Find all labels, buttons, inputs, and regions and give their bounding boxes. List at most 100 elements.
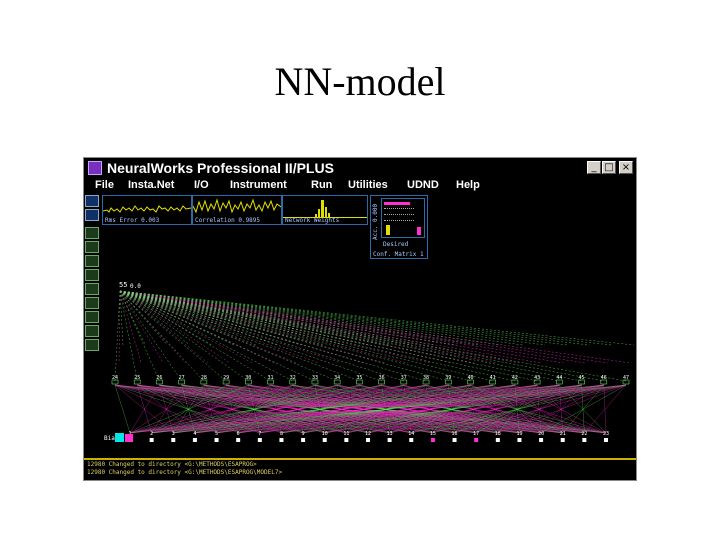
- tool-icon-6[interactable]: [85, 297, 99, 309]
- bias-node[interactable]: [115, 433, 124, 442]
- hidden-node-label: 35: [356, 375, 362, 381]
- rms-error-panel[interactable]: Rms Error 0.003: [102, 195, 192, 225]
- input-node[interactable]: [214, 438, 219, 442]
- connection-output-hidden: [119, 290, 475, 364]
- input-node[interactable]: [344, 438, 349, 442]
- input-node[interactable]: [149, 438, 154, 442]
- slide-title: NN-model: [274, 59, 446, 104]
- network-weights-panel[interactable]: Network Weights: [282, 195, 368, 225]
- input-node[interactable]: [430, 438, 435, 442]
- connection-output-hidden: [119, 290, 164, 364]
- menu-udnd[interactable]: UDND: [407, 179, 439, 191]
- input-node[interactable]: [560, 438, 565, 442]
- hidden-node-label: 27: [179, 375, 185, 381]
- matrix-grid: [381, 198, 425, 238]
- tool-icon-4[interactable]: [85, 269, 99, 281]
- input-node[interactable]: [301, 438, 306, 442]
- connection-output-hidden: [119, 290, 515, 382]
- input-node[interactable]: [387, 438, 392, 442]
- input-node[interactable]: [604, 438, 608, 442]
- input-node[interactable]: [257, 438, 262, 442]
- input-node[interactable]: [171, 438, 176, 442]
- input-node[interactable]: [517, 438, 522, 442]
- minimize-button[interactable]: _: [587, 161, 601, 174]
- status-bar: 12980 Changed to directory <G:\METHODS\E…: [84, 458, 636, 480]
- input-node-label: 5: [215, 431, 218, 437]
- status-line-2: 12980 Changed to directory <G:\METHODS\E…: [87, 469, 283, 476]
- tool-icon-3[interactable]: [85, 255, 99, 267]
- connection-output-hidden: [119, 290, 182, 382]
- menu-run[interactable]: Run: [311, 179, 332, 191]
- rms-error-trace: [103, 205, 191, 213]
- network-connections: [114, 290, 635, 434]
- input-node[interactable]: [452, 438, 457, 442]
- input-node[interactable]: [582, 438, 587, 442]
- network-diagram[interactable]: 24 25 26 27 28 29 30 31 32 33 34 35 36 37 38 39 40 41 42 43…: [100, 273, 636, 455]
- connection-output-hidden: [119, 290, 408, 364]
- hidden-node-label: 47: [623, 375, 629, 381]
- input-node[interactable]: [279, 438, 284, 442]
- menu-instanet[interactable]: Insta.Net: [128, 179, 174, 191]
- input-node-label: 17: [473, 431, 479, 437]
- conf-matrix-panel[interactable]: Acc. 0.000 Desired Conf. Matrix 1: [370, 195, 428, 259]
- input-node[interactable]: [539, 438, 544, 442]
- menu-help[interactable]: Help: [456, 179, 480, 191]
- input-node-label: 7: [258, 431, 261, 437]
- input-node[interactable]: [366, 438, 370, 442]
- input-node-highlight[interactable]: [125, 434, 133, 442]
- input-node[interactable]: [322, 438, 327, 442]
- desired-label: Desired: [383, 241, 409, 248]
- hidden-node-label: 24: [112, 375, 118, 381]
- input-node-label: 15: [430, 431, 436, 437]
- connection-output-hidden: [119, 290, 338, 382]
- connection-output-hidden: [119, 290, 449, 382]
- hidden-node-label: 25: [134, 375, 140, 381]
- hidden-node-label: 26: [156, 375, 162, 381]
- input-node[interactable]: [236, 438, 241, 442]
- connection-output-hidden: [119, 290, 427, 382]
- hidden-node-label: 46: [601, 375, 607, 381]
- title-bar[interactable]: NeuralWorks Professional II/PLUS _ □ ×: [84, 158, 636, 179]
- tool-icon-8[interactable]: [85, 325, 99, 337]
- input-node[interactable]: [474, 438, 479, 442]
- app-icon[interactable]: [88, 161, 102, 175]
- hidden-node-label: 30: [245, 375, 251, 381]
- connection-output-hidden: [119, 290, 523, 346]
- connection-output-hidden: [119, 290, 190, 346]
- input-node[interactable]: [409, 438, 414, 442]
- input-node-label: 21: [560, 431, 566, 437]
- input-node-label: 22: [581, 431, 587, 437]
- maximize-button[interactable]: □: [602, 161, 616, 174]
- correlation-panel[interactable]: Correlation 0.9895: [192, 195, 282, 225]
- rms-error-label: Rms Error 0.003: [105, 217, 160, 224]
- input-node-label: 14: [408, 431, 414, 437]
- hidden-node-label: 34: [334, 375, 340, 381]
- hidden-node-label: 42: [512, 375, 518, 381]
- input-node-label: 9: [302, 431, 305, 437]
- close-button[interactable]: ×: [619, 161, 633, 174]
- output-node-label: 55: [119, 281, 127, 289]
- tool-icon-7[interactable]: [85, 311, 99, 323]
- input-node[interactable]: [192, 438, 197, 442]
- input-node-label: 23: [603, 431, 609, 437]
- connection-output-hidden: [119, 290, 431, 364]
- menu-utilities[interactable]: Utilities: [348, 179, 388, 191]
- connection-output-hidden: [119, 290, 608, 364]
- select-tool-icon[interactable]: [85, 209, 99, 221]
- hidden-node-label: 44: [556, 375, 562, 381]
- tool-icon-2[interactable]: [85, 241, 99, 253]
- hidden-node-label: 28: [201, 375, 207, 381]
- pointer-tool-icon[interactable]: [85, 195, 99, 207]
- input-node[interactable]: [495, 438, 500, 442]
- tool-icon-5[interactable]: [85, 283, 99, 295]
- connection-output-hidden: [119, 290, 612, 346]
- connection-output-hidden: [119, 290, 586, 364]
- menu-file[interactable]: File: [95, 179, 114, 191]
- tool-icon-1[interactable]: [85, 227, 99, 239]
- menu-instrument[interactable]: Instrument: [230, 179, 287, 191]
- tool-icon-9[interactable]: [85, 339, 99, 351]
- menu-bar: File Insta.Net I/O Instrument Run Utilit…: [84, 178, 636, 195]
- connection-output-hidden: [119, 290, 316, 382]
- menu-io[interactable]: I/O: [194, 179, 209, 191]
- connection-output-hidden: [119, 290, 582, 382]
